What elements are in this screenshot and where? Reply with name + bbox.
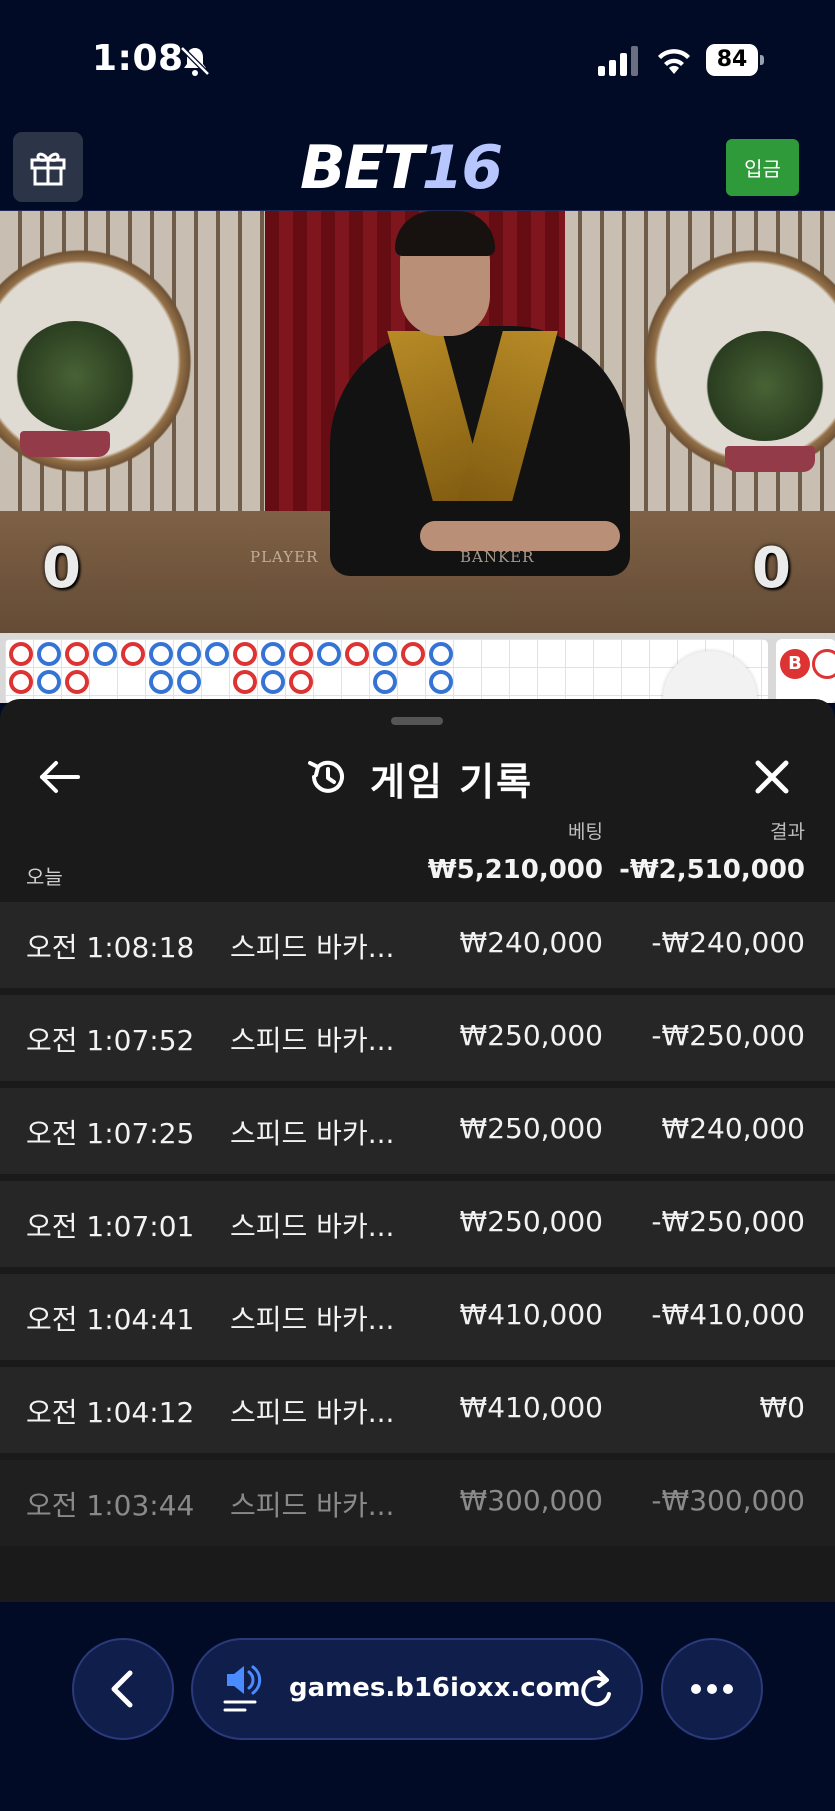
battery-level: 84: [706, 44, 758, 76]
road-prediction: B: [776, 639, 835, 703]
today-label: 오늘: [26, 865, 63, 889]
row-game: 스피드 바카...: [230, 1489, 395, 1522]
row-result: -₩300,000: [651, 1484, 805, 1517]
row-result: -₩250,000: [651, 1019, 805, 1052]
row-time: 오전 1:08:18: [26, 931, 195, 964]
row-bet: ₩300,000: [459, 1484, 603, 1517]
history-row[interactable]: 오전 1:08:18 스피드 바카... ₩240,000 -₩240,000: [0, 902, 835, 988]
gift-button[interactable]: [13, 132, 83, 202]
row-bet: ₩250,000: [459, 1205, 603, 1238]
history-list: 오전 1:08:18 스피드 바카... ₩240,000 -₩240,000 …: [0, 902, 835, 1553]
sheet-header: 게임 기록: [0, 737, 835, 817]
history-row[interactable]: 오전 1:04:41 스피드 바카... ₩410,000 -₩410,000: [0, 1274, 835, 1360]
sheet-grabber[interactable]: [391, 717, 443, 725]
more-icon: [691, 1684, 733, 1694]
address-bar[interactable]: games.b16ioxx.com: [191, 1638, 643, 1740]
page: 1:08 84 BET16 입금 PLAYER BANKER 0 0 B 게임 …: [0, 0, 835, 1811]
row-bet: ₩410,000: [459, 1391, 603, 1424]
row-result: -₩410,000: [651, 1298, 805, 1331]
game-history-sheet: 게임 기록 베팅 결과 오늘 ₩5,210,000 -₩2,510,000 오전…: [0, 699, 835, 1602]
row-result: ₩0: [759, 1391, 806, 1424]
row-time: 오전 1:03:44: [26, 1489, 195, 1522]
road-grid: [5, 639, 768, 703]
chevron-left-icon: [111, 1670, 133, 1708]
row-game: 스피드 바카...: [230, 931, 395, 964]
reload-icon[interactable]: [577, 1668, 617, 1712]
row-game: 스피드 바카...: [230, 1117, 395, 1150]
sheet-title: 게임 기록: [370, 760, 534, 804]
url-text: games.b16ioxx.com: [289, 1673, 581, 1703]
history-row[interactable]: 오전 1:07:52 스피드 바카... ₩250,000 -₩250,000: [0, 995, 835, 1081]
row-game: 스피드 바카...: [230, 1210, 395, 1243]
gift-icon: [30, 152, 66, 186]
app-header: BET16 입금: [0, 125, 835, 211]
total-result: -₩2,510,000: [619, 855, 805, 885]
row-game: 스피드 바카...: [230, 1303, 395, 1336]
bell-slash-icon: [180, 46, 210, 76]
history-row[interactable]: 오전 1:07:01 스피드 바카... ₩250,000 -₩250,000: [0, 1181, 835, 1267]
row-result: ₩240,000: [661, 1112, 805, 1145]
more-button[interactable]: [661, 1638, 763, 1740]
status-bar: 1:08 84: [0, 0, 835, 125]
app-logo: BET16: [300, 133, 503, 203]
history-summary: 베팅 결과 오늘 ₩5,210,000 -₩2,510,000: [0, 817, 835, 897]
row-time: 오전 1:04:41: [26, 1303, 195, 1336]
battery-icon: 84: [706, 44, 764, 76]
close-icon[interactable]: [752, 757, 792, 797]
status-time: 1:08: [92, 38, 184, 79]
row-time: 오전 1:07:52: [26, 1024, 195, 1057]
logo-number: 16: [421, 133, 503, 203]
browser-back-button[interactable]: [72, 1638, 174, 1740]
logo-text: BET: [300, 133, 424, 203]
speaker-icon[interactable]: [223, 1664, 263, 1716]
live-dealer-video[interactable]: PLAYER BANKER 0 0: [0, 211, 835, 633]
back-arrow-icon[interactable]: [38, 757, 82, 797]
row-result: -₩240,000: [651, 926, 805, 959]
wifi-icon: [658, 49, 690, 74]
column-header-bet: 베팅: [568, 821, 603, 843]
history-row[interactable]: 오전 1:07:25 스피드 바카... ₩250,000 ₩240,000: [0, 1088, 835, 1174]
row-time: 오전 1:04:12: [26, 1396, 195, 1429]
history-icon: [308, 760, 344, 793]
bead-road: B: [0, 633, 835, 745]
row-result: -₩250,000: [651, 1205, 805, 1238]
browser-toolbar: games.b16ioxx.com: [0, 1602, 835, 1811]
banker-badge: B: [780, 649, 810, 679]
row-bet: ₩250,000: [459, 1019, 603, 1052]
row-bet: ₩410,000: [459, 1298, 603, 1331]
history-row[interactable]: 오전 1:03:44 스피드 바카... ₩300,000 -₩300,000: [0, 1460, 835, 1546]
deposit-button[interactable]: 입금: [726, 139, 799, 196]
signal-icon: [598, 46, 638, 76]
column-header-result: 결과: [770, 821, 805, 843]
history-row[interactable]: 오전 1:04:12 스피드 바카... ₩410,000 ₩0: [0, 1367, 835, 1453]
row-game: 스피드 바카...: [230, 1396, 395, 1429]
row-time: 오전 1:07:01: [26, 1210, 195, 1243]
total-bet: ₩5,210,000: [427, 855, 603, 885]
row-time: 오전 1:07:25: [26, 1117, 195, 1150]
row-bet: ₩240,000: [459, 926, 603, 959]
row-bet: ₩250,000: [459, 1112, 603, 1145]
row-game: 스피드 바카...: [230, 1024, 395, 1057]
